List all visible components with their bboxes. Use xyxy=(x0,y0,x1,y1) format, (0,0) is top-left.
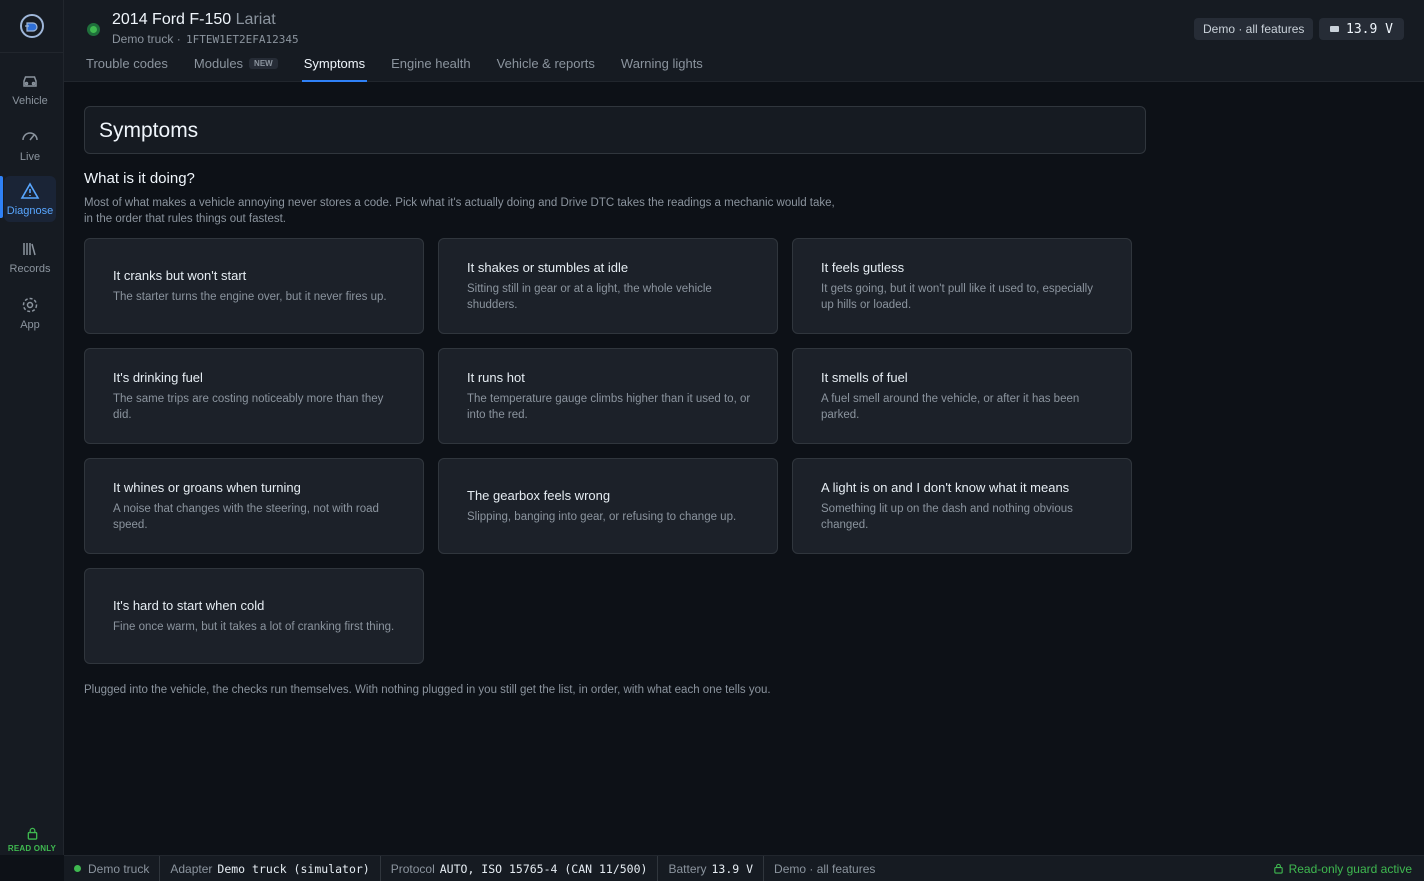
symptom-title: It whines or groans when turning xyxy=(113,479,301,495)
lock-icon xyxy=(1273,863,1283,874)
protocol-label: Protocol xyxy=(390,861,435,876)
tab-warning-lights[interactable]: Warning lights xyxy=(621,56,703,82)
read-only-guard: Read-only guard active xyxy=(1273,862,1424,876)
rail-item-label: Diagnose xyxy=(6,205,54,217)
tab-symptoms[interactable]: Symptoms xyxy=(301,56,368,82)
symptom-card-smells-fuel[interactable]: It smells of fuel A fuel smell around th… xyxy=(792,348,1132,444)
symptom-description: The temperature gauge climbs higher than… xyxy=(467,392,751,421)
vin: 1FTEW1ET2EFA12345 xyxy=(186,33,299,46)
top-header: 2014 Ford F-150 Lariat Demo truck · 1FTE… xyxy=(64,0,1424,82)
status-battery: Battery 13.9 V xyxy=(658,855,765,881)
connection-status-dot xyxy=(87,23,100,36)
rail-item-label: Records xyxy=(9,263,51,275)
car-icon xyxy=(23,76,37,87)
gear-icon xyxy=(22,297,38,313)
symptom-grid: It cranks but won't start The starter tu… xyxy=(84,238,1146,664)
symptom-title: It shakes or stumbles at idle xyxy=(467,259,629,275)
lock-icon xyxy=(27,827,37,840)
symptom-title: It cranks but won't start xyxy=(113,267,247,283)
active-indicator xyxy=(0,176,3,218)
symptom-card-gearbox[interactable]: The gearbox feels wrong Slipping, bangin… xyxy=(438,458,778,554)
tab-vehicle-reports[interactable]: Vehicle & reports xyxy=(497,56,595,82)
vehicle-trim: Lariat xyxy=(235,11,276,28)
connection-label: Demo truck xyxy=(88,861,150,876)
tab-trouble-codes[interactable]: Trouble codes xyxy=(86,56,168,82)
symptom-card-drinking-fuel[interactable]: It's drinking fuel The same trips are co… xyxy=(84,348,424,444)
tab-engine-health[interactable]: Engine health xyxy=(391,56,471,82)
symptom-title: It's drinking fuel xyxy=(113,369,203,385)
status-bar: Demo truck Adapter Demo truck (simulator… xyxy=(64,855,1424,881)
symptom-title: It smells of fuel xyxy=(821,369,908,385)
symptom-title: It runs hot xyxy=(467,369,525,385)
symptom-card-shakes-idle[interactable]: It shakes or stumbles at idle Sitting st… xyxy=(438,238,778,334)
tab-bar: Trouble codes Modules NEW Symptoms Engine… xyxy=(86,56,729,82)
symptom-description: It gets going, but it won't pull like it… xyxy=(821,282,1093,311)
rail-item-vehicle[interactable]: Vehicle xyxy=(4,64,56,114)
separator: · xyxy=(176,32,185,46)
symptom-card-warning-light[interactable]: A light is on and I don't know what it m… xyxy=(792,458,1132,554)
app-logo[interactable] xyxy=(0,0,63,53)
protocol-value: AUTO, ISO 15765-4 (CAN 11/500) xyxy=(439,861,648,876)
intro-text: Most of what makes a vehicle annoying ne… xyxy=(84,197,835,225)
read-only-indicator: READ ONLY xyxy=(0,815,64,855)
app-logo-icon xyxy=(19,14,44,38)
status-mode: Demo · all features xyxy=(764,856,885,881)
vehicle-subtitle: Demo truck · 1FTEW1ET2EFA12345 xyxy=(112,32,299,46)
battery-label: Battery xyxy=(668,861,707,876)
read-only-label: READ ONLY xyxy=(7,844,57,853)
voltage-pill: 13.9 V xyxy=(1319,18,1404,40)
mode-label: Demo · all features xyxy=(774,861,876,876)
adapter-value: Demo truck (simulator) xyxy=(217,861,370,876)
symptom-description: Sitting still in gear or at a light, the… xyxy=(467,282,712,311)
gauge-icon xyxy=(22,132,38,141)
tab-label: Modules xyxy=(193,56,244,71)
symptom-description: The starter turns the engine over, but i… xyxy=(113,290,387,303)
battery-icon xyxy=(1330,26,1340,32)
symptom-description: A fuel smell around the vehicle, or afte… xyxy=(821,392,1080,421)
symptom-description: Fine once warm, but it takes a lot of cr… xyxy=(113,620,395,633)
adapter-label: Adapter xyxy=(170,861,213,876)
status-adapter: Adapter Demo truck (simulator) xyxy=(160,855,381,881)
guard-label: Read-only guard active xyxy=(1288,861,1412,876)
rail-item-live[interactable]: Live xyxy=(4,120,56,170)
vehicle-profile: Demo truck xyxy=(112,32,174,46)
status-protocol: Protocol AUTO, ISO 15765-4 (CAN 11/500) xyxy=(381,855,659,881)
demo-mode-pill[interactable]: Demo · all features xyxy=(1194,18,1314,40)
symptom-description: Something lit up on the dash and nothing… xyxy=(821,502,1073,531)
connection-dot xyxy=(74,865,81,872)
page-title: Symptoms xyxy=(84,106,1146,154)
rail-item-label: Live xyxy=(19,151,41,163)
rail-item-app[interactable]: App xyxy=(4,288,56,338)
rail-item-label: Vehicle xyxy=(12,95,48,107)
tab-modules[interactable]: Modules NEW xyxy=(194,56,278,82)
section-heading: What is it doing? xyxy=(84,170,195,187)
new-badge: NEW xyxy=(249,58,278,69)
warning-triangle-icon xyxy=(20,182,40,199)
symptom-card-gutless[interactable]: It feels gutless It gets going, but it w… xyxy=(792,238,1132,334)
symptom-title: The gearbox feels wrong xyxy=(467,487,611,503)
voltage-value: 13.9 V xyxy=(1346,21,1393,37)
left-rail: Vehicle Live Diagnose Records App READ O… xyxy=(0,0,64,855)
symptom-title: A light is on and I don't know what it m… xyxy=(821,479,1070,495)
battery-value: 13.9 V xyxy=(711,861,754,876)
vehicle-name: 2014 Ford F-150 xyxy=(112,11,232,28)
vehicle-title: 2014 Ford F-150 Lariat xyxy=(112,11,276,29)
main-content: Symptoms What is it doing? Most of what … xyxy=(84,106,1146,696)
symptom-card-hard-start-cold[interactable]: It's hard to start when cold Fine once w… xyxy=(84,568,424,664)
symptom-description: Slipping, banging into gear, or refusing… xyxy=(467,510,737,523)
rail-item-diagnose[interactable]: Diagnose xyxy=(4,176,56,222)
symptom-card-cranks-no-start[interactable]: It cranks but won't start The starter tu… xyxy=(84,238,424,334)
books-icon xyxy=(23,243,36,256)
status-connection: Demo truck xyxy=(64,855,161,881)
symptom-title: It's hard to start when cold xyxy=(113,597,265,613)
symptom-card-whines-turning[interactable]: It whines or groans when turning A noise… xyxy=(84,458,424,554)
rail-item-records[interactable]: Records xyxy=(4,232,56,282)
symptom-card-runs-hot[interactable]: It runs hot The temperature gauge climbs… xyxy=(438,348,778,444)
rail-item-label: App xyxy=(20,319,40,331)
footnote: Plugged into the vehicle, the checks run… xyxy=(84,684,771,696)
symptom-title: It feels gutless xyxy=(821,259,905,275)
symptom-description: The same trips are costing noticeably mo… xyxy=(113,392,384,421)
symptom-description: A noise that changes with the steering, … xyxy=(113,502,379,531)
